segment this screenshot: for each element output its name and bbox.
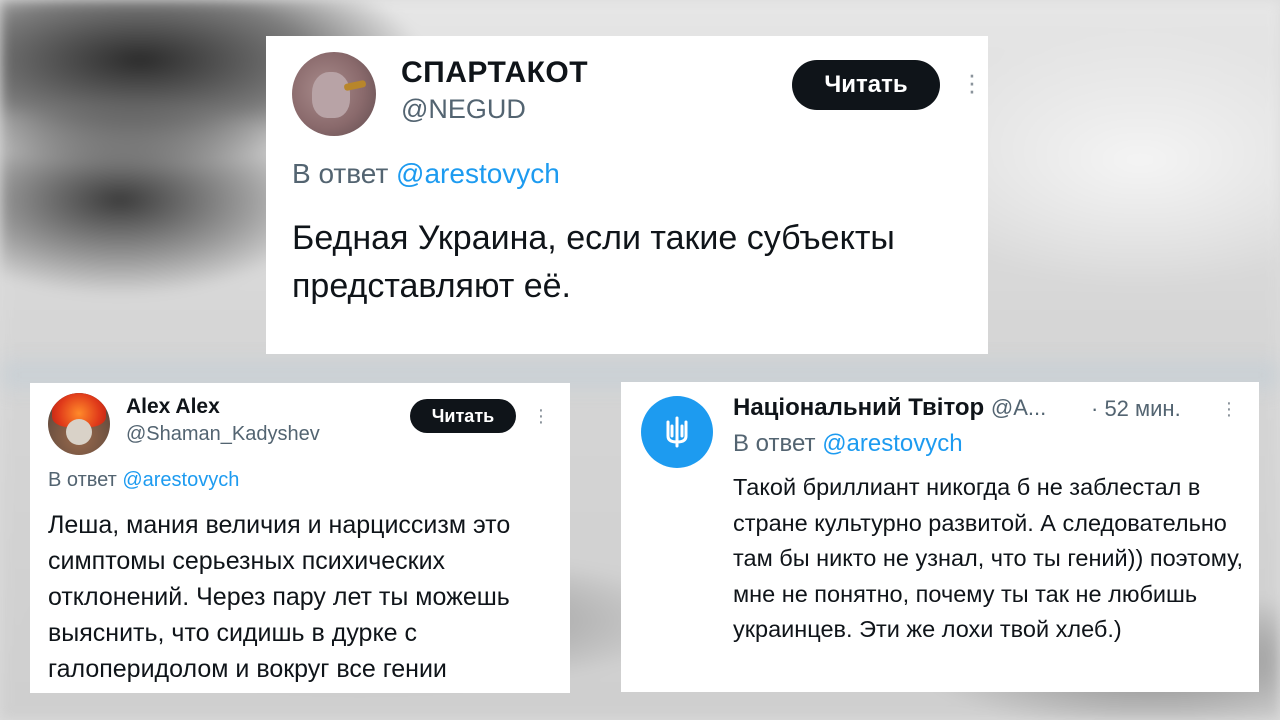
avatar[interactable] xyxy=(292,52,376,136)
tweet-text: Леша, мания величия и нарциссизм это сим… xyxy=(48,511,511,683)
more-vertical-icon[interactable]: · · · xyxy=(966,61,978,103)
avatar[interactable] xyxy=(48,393,110,455)
author-name[interactable]: СПАРТАКОТ xyxy=(401,56,588,90)
avatar[interactable] xyxy=(641,396,713,468)
author-handle[interactable]: @A... xyxy=(991,395,1046,420)
tweet-card-alex: Alex Alex @Shaman_Kadyshev Читать · · · В … xyxy=(30,383,570,693)
reply-prefix: В ответ xyxy=(733,430,816,457)
reply-mention-link[interactable]: @arestovych xyxy=(822,430,962,457)
read-button[interactable]: Читать xyxy=(792,60,940,110)
author-name-line[interactable]: Національний Твітор @A... xyxy=(733,394,1046,422)
tweet-text: Бедная Украина, если такие субъекты пред… xyxy=(292,219,895,305)
reply-prefix: В ответ xyxy=(48,469,117,491)
read-button[interactable]: Читать xyxy=(410,399,516,433)
tweet-card-national-twitor: Національний Твітор @A... · 52 мин. · · · … xyxy=(621,382,1259,692)
reply-to-line: В ответ @arestovych xyxy=(733,430,963,458)
tweet-time[interactable]: · 52 мин. xyxy=(1091,396,1181,422)
reply-to-line: В ответ @arestovych xyxy=(292,158,560,190)
author-handle[interactable]: @Shaman_Kadyshev xyxy=(126,423,320,446)
reply-to-line: В ответ @arestovych xyxy=(48,469,239,492)
author-name[interactable]: Alex Alex xyxy=(126,395,220,419)
author-name[interactable]: Національний Твітор xyxy=(733,394,984,421)
more-vertical-icon[interactable]: · · · xyxy=(535,400,547,432)
more-vertical-icon[interactable]: · · · xyxy=(1223,393,1235,425)
reply-prefix: В ответ xyxy=(292,158,389,189)
trident-icon xyxy=(666,416,688,448)
reply-mention-link[interactable]: @arestovych xyxy=(122,469,239,491)
reply-mention-link[interactable]: @arestovych xyxy=(396,158,560,189)
tweet-text: Такой бриллиант никогда б не заблестал в… xyxy=(733,474,1244,642)
tweet-card-spartakot: СПАРТАКОТ @NEGUD Читать · · · В ответ @are… xyxy=(266,36,988,354)
author-handle[interactable]: @NEGUD xyxy=(401,94,526,125)
